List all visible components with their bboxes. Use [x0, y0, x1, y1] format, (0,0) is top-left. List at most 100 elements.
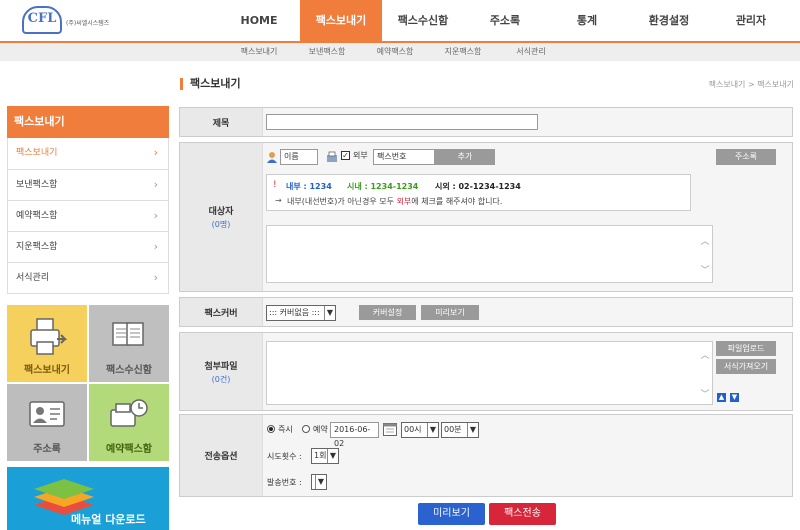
chevron-down-icon: ▼: [467, 423, 478, 437]
reserve-radio[interactable]: [302, 425, 310, 433]
manual-download-label: 메뉴얼 다운로드: [71, 513, 146, 526]
chevron-right-icon: ›: [153, 178, 158, 191]
subnav-templates[interactable]: 서식관리: [497, 43, 565, 61]
nav-home[interactable]: HOME: [218, 0, 300, 41]
send-options-label: 전송옵션: [204, 452, 238, 462]
nav-fax-send[interactable]: 팩스보내기: [300, 0, 382, 41]
logo-mark: CFL: [22, 6, 62, 34]
sidebar-item-label: 팩스보내기: [16, 148, 58, 158]
address-book-button[interactable]: 주소록: [716, 149, 776, 165]
immediate-radio[interactable]: [267, 425, 275, 433]
chevron-right-icon: ›: [153, 146, 158, 159]
sidebar-item-templates[interactable]: 서식관리 ›: [8, 262, 168, 293]
reserve-label: 예약: [313, 425, 328, 434]
chevron-right-icon: ›: [153, 271, 158, 284]
tile-address-book[interactable]: 주소록: [7, 384, 87, 461]
subnav-reserved-fax[interactable]: 예약팩스함: [361, 43, 429, 61]
quick-tiles: 팩스보내기 팩스수신함 주소록 예약팩스함: [7, 305, 169, 461]
tile-label: 주소록: [33, 444, 61, 455]
logo[interactable]: CFL (주)씨엘시스템즈: [22, 4, 117, 36]
page-title: 팩스보내기: [180, 78, 241, 90]
calendar-icon[interactable]: [383, 422, 397, 436]
reserve-hour-select[interactable]: 00시 ▼: [401, 422, 439, 438]
company-name: (주)씨엘시스템즈: [66, 20, 110, 27]
contact-card-icon: [29, 401, 65, 427]
info-local: 시내 : 1234-1234: [347, 182, 419, 191]
recipient-list-area[interactable]: ︿ ﹀: [266, 225, 713, 283]
recipient-name-input[interactable]: 이름: [280, 149, 318, 165]
chevron-right-icon: ›: [153, 209, 158, 222]
attachment-row: 첨부파일 (0건) ︿ ﹀ 파일업로드 서식가져오기 ▲ ▼: [179, 332, 793, 411]
cover-row: 팩스커버 ::: 커버없음 ::: ▼ 커버설정 미리보기: [179, 297, 793, 327]
subnav-sent-fax[interactable]: 보낸팩스함: [293, 43, 361, 61]
sidebar-item-label: 보낸팩스함: [16, 180, 58, 190]
subnav-fax-send[interactable]: 팩스보내기: [225, 43, 293, 61]
recipients-label: 대상자 (0명): [208, 207, 234, 229]
sidebar-item-reserved-fax[interactable]: 예약팩스함 ›: [8, 200, 168, 231]
external-note: 내부(내선번호)가 아닌경우 모두 외부에 체크를 해주셔야 합니다.: [287, 197, 503, 206]
scroll-up-icon[interactable]: ︿: [700, 348, 710, 361]
fax-clock-icon: [110, 399, 148, 427]
send-options-row: 전송옵션 즉시 예약 2016-06-02 00시 ▼ 00분 ▼ 시도횟수 :…: [179, 414, 793, 497]
retry-count-select[interactable]: 1회 ▼: [311, 448, 339, 464]
manual-download-banner[interactable]: 메뉴얼 다운로드: [7, 467, 169, 530]
move-up-icon[interactable]: ▲: [717, 393, 726, 402]
sidebar-item-sent-fax[interactable]: 보낸팩스함 ›: [8, 169, 168, 200]
attachment-label: 첨부파일 (0건): [204, 361, 238, 384]
fax-machine-icon: [30, 318, 67, 355]
sidebar-item-deleted-fax[interactable]: 지운팩스함 ›: [8, 231, 168, 262]
note-arrow: →: [275, 196, 282, 205]
nav-address-book[interactable]: 주소록: [464, 0, 546, 41]
info-long-distance: 시외 : 02-1234-1234: [435, 182, 521, 191]
nav-fax-inbox[interactable]: 팩스수신함: [382, 0, 464, 41]
subject-input[interactable]: [266, 114, 538, 130]
move-down-icon[interactable]: ▼: [730, 393, 739, 402]
sidebar-item-label: 예약팩스함: [16, 211, 58, 221]
nav-statistics[interactable]: 통계: [546, 0, 628, 41]
file-upload-button[interactable]: 파일업로드: [716, 341, 776, 356]
scroll-up-icon[interactable]: ︿: [700, 234, 710, 247]
recipients-row: 대상자 (0명) 이름 ✓ 외부 팩스번호 추가 ! 내부 : 1234 시내 …: [179, 142, 793, 292]
external-label: 외부: [353, 151, 368, 160]
attachment-count: (0건): [211, 374, 231, 384]
external-checkbox[interactable]: ✓: [341, 151, 350, 160]
subnav-deleted-fax[interactable]: 지운팩스함: [429, 43, 497, 61]
nav-admin[interactable]: 관리자: [710, 0, 792, 41]
cover-select[interactable]: ::: 커버없음 ::: ▼: [266, 305, 336, 321]
chevron-down-icon: ▼: [324, 306, 335, 320]
chevron-down-icon: ▼: [427, 423, 438, 437]
sidebar-title: 팩스보내기: [7, 106, 169, 138]
sender-number-label: 발송번호 :: [267, 478, 302, 487]
tile-label: 팩스보내기: [24, 365, 70, 376]
cover-setting-button[interactable]: 커버설정: [359, 305, 416, 320]
sidebar-item-fax-send[interactable]: 팩스보내기 ›: [8, 138, 168, 169]
reserve-date-input[interactable]: 2016-06-02: [330, 422, 379, 448]
fax-number-input[interactable]: 팩스번호: [373, 149, 435, 165]
tile-fax-inbox[interactable]: 팩스수신함: [89, 305, 169, 382]
immediate-label: 즉시: [278, 425, 293, 434]
scroll-down-icon[interactable]: ﹀: [700, 263, 710, 276]
subject-row: 제목: [179, 107, 793, 137]
reserve-minute-select[interactable]: 00분 ▼: [441, 422, 479, 438]
tile-reserved-fax[interactable]: 예약팩스함: [89, 384, 169, 461]
fax-small-icon: [327, 151, 337, 162]
attachment-list-area[interactable]: ︿ ﹀: [266, 341, 713, 405]
person-icon: [267, 152, 277, 163]
nav-settings[interactable]: 환경설정: [628, 0, 710, 41]
main-nav: HOME 팩스보내기 팩스수신함 주소록 통계 환경설정 관리자: [218, 0, 792, 41]
tile-fax-send[interactable]: 팩스보내기: [7, 305, 87, 382]
subject-label: 제목: [212, 118, 230, 129]
chevron-right-icon: ›: [153, 240, 158, 253]
sub-nav: 팩스보내기 보낸팩스함 예약팩스함 지운팩스함 서식관리: [0, 43, 800, 61]
cover-label: 팩스커버: [204, 308, 238, 319]
preview-button[interactable]: 미리보기: [418, 503, 485, 525]
cover-preview-button[interactable]: 미리보기: [421, 305, 479, 320]
documents-icon: [112, 322, 144, 346]
sender-number-select[interactable]: ▼: [311, 474, 327, 490]
breadcrumb: 팩스보내기 > 팩스보내기: [708, 80, 794, 89]
import-template-button[interactable]: 서식가져오기: [716, 359, 776, 374]
add-recipient-button[interactable]: 추가: [435, 149, 495, 165]
scroll-down-icon[interactable]: ﹀: [700, 387, 710, 400]
sidebar-item-label: 서식관리: [16, 273, 50, 283]
send-fax-button[interactable]: 팩스전송: [489, 503, 556, 525]
